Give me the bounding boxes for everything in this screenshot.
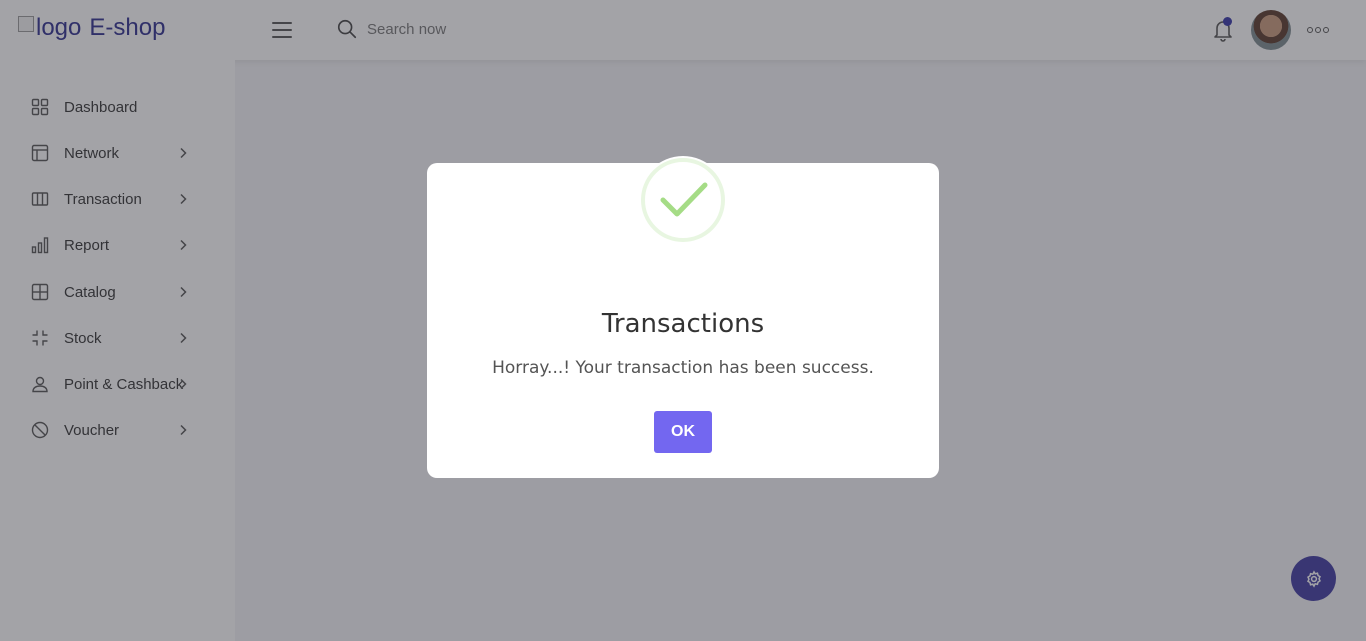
success-dialog: Transactions Horray...! Your transaction… <box>427 156 939 478</box>
success-check-icon <box>641 158 725 242</box>
success-icon-wrapper <box>639 156 727 244</box>
dialog-message: Horray...! Your transaction has been suc… <box>492 358 874 378</box>
ok-button[interactable]: OK <box>654 411 712 453</box>
app-root: logo E-shop Dashboard <box>0 0 1366 641</box>
dialog-title: Transactions <box>601 309 765 339</box>
